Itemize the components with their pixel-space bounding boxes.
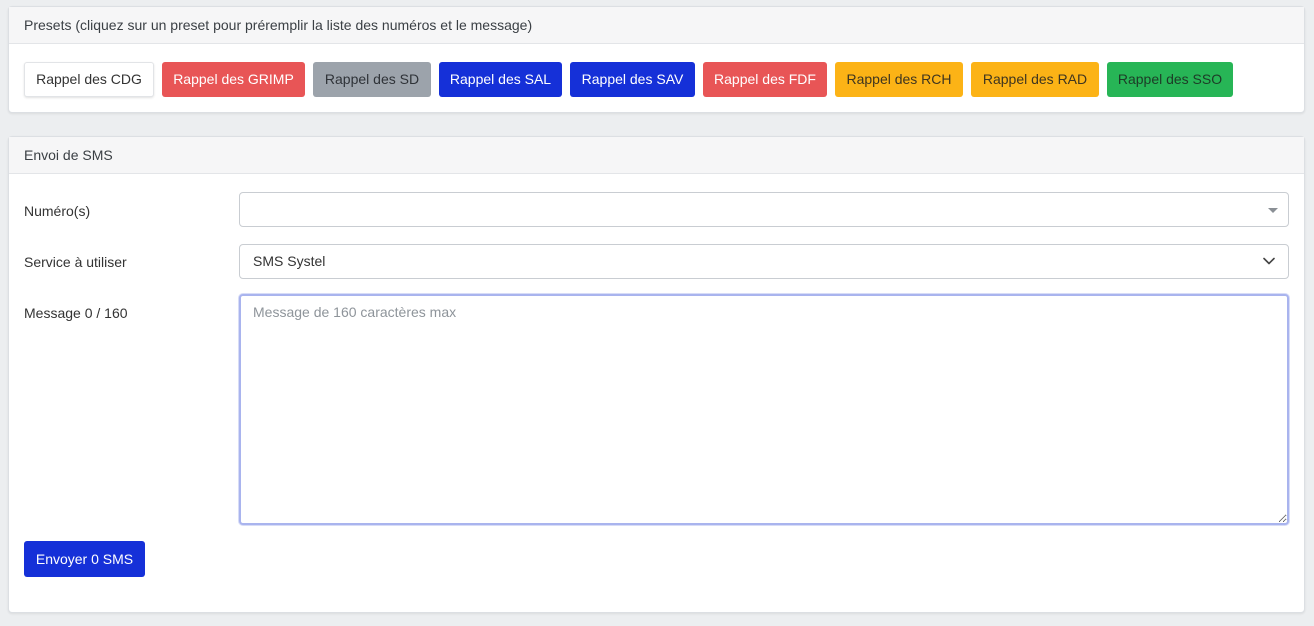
preset-sso-button[interactable]: Rappel des SSO	[1107, 62, 1233, 97]
preset-rch-button[interactable]: Rappel des RCH	[835, 62, 963, 97]
preset-sav-button[interactable]: Rappel des SAV	[570, 62, 695, 97]
service-select[interactable]: SMS Systel	[239, 244, 1289, 279]
presets-header: Presets (cliquez sur un preset pour prér…	[9, 7, 1304, 44]
preset-fdf-button[interactable]: Rappel des FDF	[703, 62, 827, 97]
preset-grimp-button[interactable]: Rappel des GRIMP	[162, 62, 305, 97]
chevron-down-icon	[1263, 257, 1275, 265]
sms-header: Envoi de SMS	[9, 137, 1304, 174]
preset-sd-button[interactable]: Rappel des SD	[313, 62, 431, 97]
caret-down-icon	[1268, 208, 1278, 213]
preset-rad-button[interactable]: Rappel des RAD	[971, 62, 1099, 97]
service-label: Service à utiliser	[24, 254, 127, 270]
send-sms-button[interactable]: Envoyer 0 SMS	[24, 541, 145, 577]
numeros-select[interactable]	[239, 192, 1289, 227]
service-selected-value: SMS Systel	[253, 253, 326, 269]
preset-sal-button[interactable]: Rappel des SAL	[439, 62, 562, 97]
numeros-label: Numéro(s)	[24, 203, 91, 219]
message-textarea[interactable]	[239, 294, 1289, 525]
presets-card: Presets (cliquez sur un preset pour prér…	[8, 6, 1305, 113]
message-label: Message 0 / 160	[24, 305, 128, 321]
sms-card: Envoi de SMS Numéro(s) Service à utilise…	[8, 136, 1305, 613]
preset-cdg-button[interactable]: Rappel des CDG	[24, 62, 154, 97]
